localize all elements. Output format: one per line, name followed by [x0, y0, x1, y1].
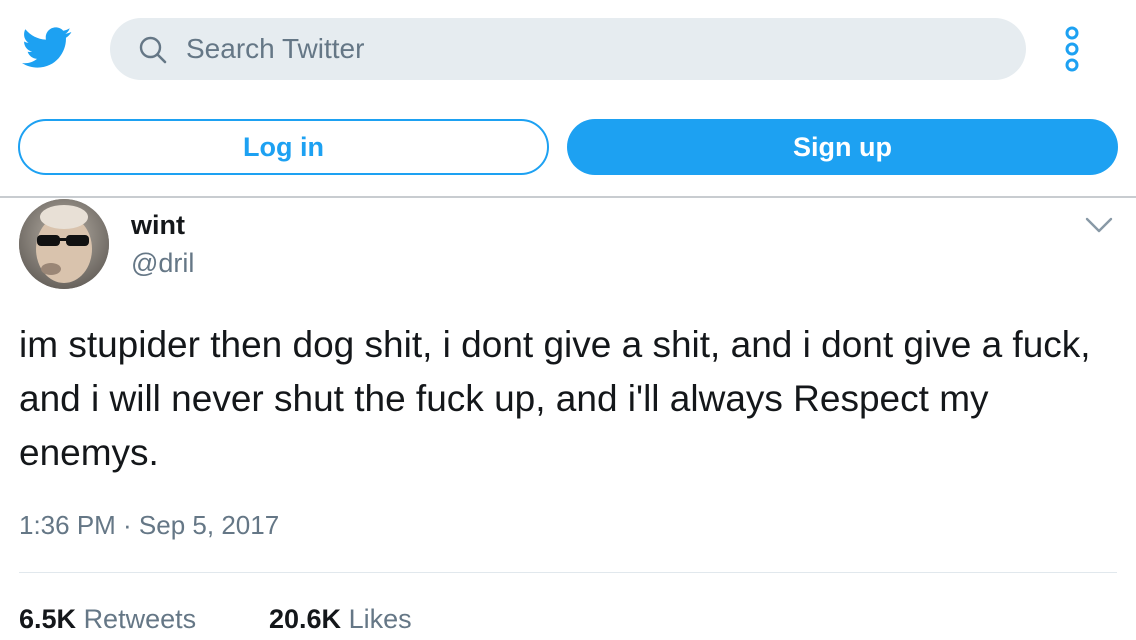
- retweets-label: Retweets: [83, 604, 197, 634]
- signup-button[interactable]: Sign up: [567, 119, 1118, 175]
- tweet-text: im stupider then dog shit, i dont give a…: [19, 324, 1091, 473]
- twitter-bird-icon[interactable]: [22, 26, 72, 70]
- search-icon: [139, 36, 167, 64]
- chevron-down-icon[interactable]: [1084, 214, 1114, 236]
- search-bar[interactable]: Search Twitter: [110, 18, 1026, 80]
- tweet-page: Search Twitter Log in Sign up wint @dril…: [0, 0, 1136, 640]
- likes-stat[interactable]: 20.6K Likes: [269, 604, 412, 635]
- more-vertical-icon[interactable]: [1058, 24, 1086, 74]
- user-handle[interactable]: @dril: [131, 248, 194, 279]
- display-name[interactable]: wint: [131, 210, 185, 241]
- avatar-image: [19, 199, 109, 289]
- likes-count: 20.6K: [269, 604, 342, 634]
- header-divider: [0, 196, 1136, 198]
- retweets-stat[interactable]: 6.5K Retweets: [19, 604, 196, 635]
- stats-divider: [19, 572, 1117, 573]
- search-input[interactable]: Search Twitter: [186, 34, 364, 64]
- avatar[interactable]: [19, 199, 109, 289]
- retweets-count: 6.5K: [19, 604, 77, 634]
- login-button[interactable]: Log in: [18, 119, 549, 175]
- likes-label: Likes: [348, 604, 412, 634]
- tweet-timestamp[interactable]: 1:36 PM · Sep 5, 2017: [19, 510, 279, 541]
